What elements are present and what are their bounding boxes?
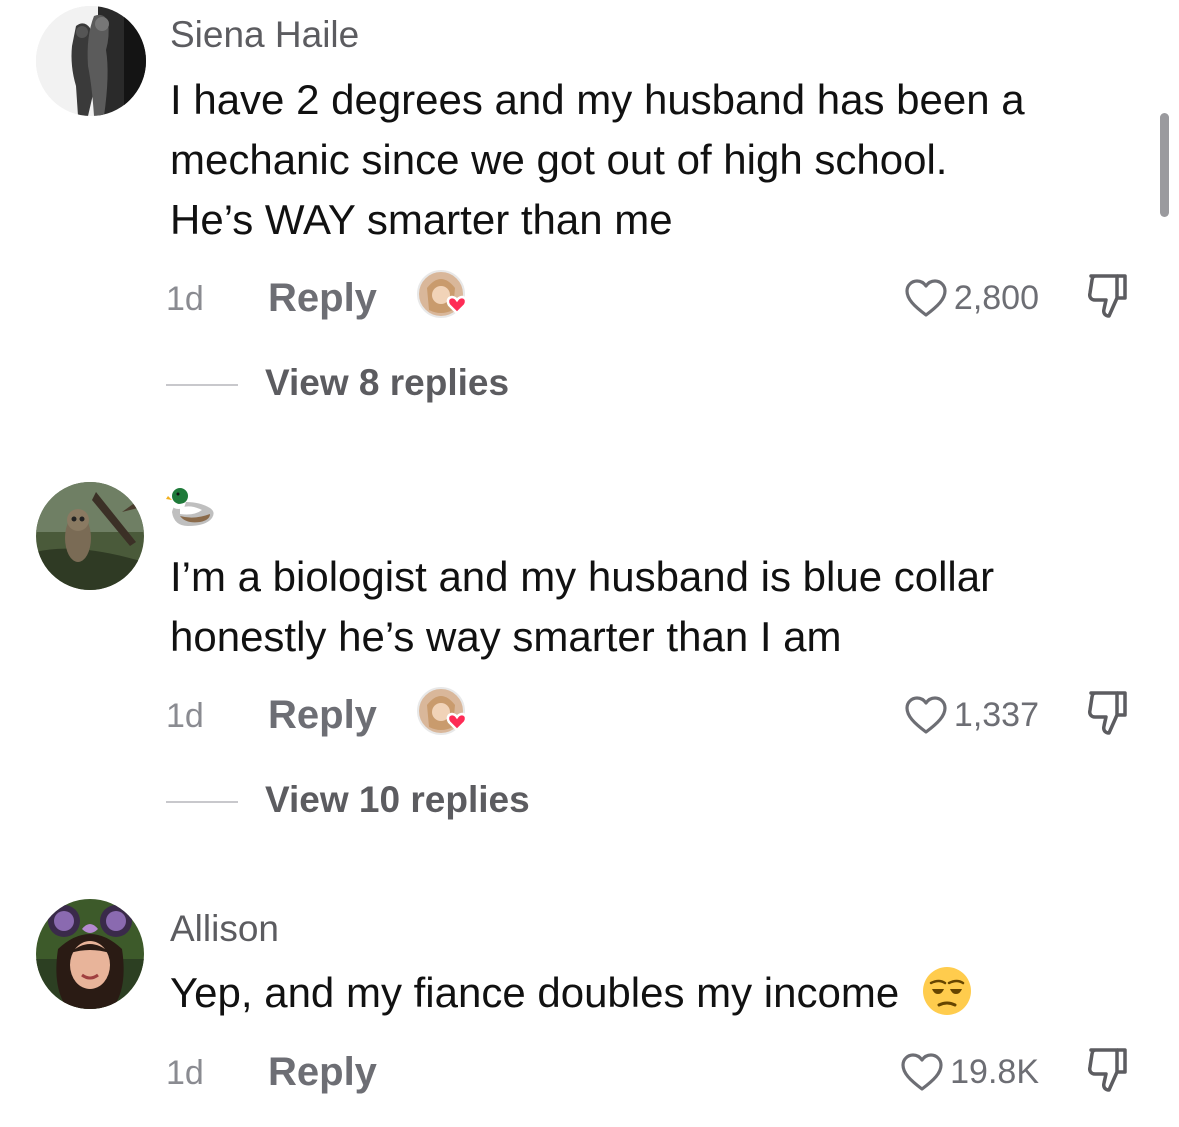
duck-icon[interactable]	[166, 486, 218, 535]
comment-text-line: I’m a biologist and my husband is blue c…	[170, 553, 995, 600]
avatar[interactable]	[36, 482, 144, 590]
avatar[interactable]	[36, 899, 144, 1009]
comment-text-line: He’s WAY smarter than me	[170, 196, 673, 243]
like-button[interactable]: 2,800	[904, 274, 1039, 322]
heart-outline-icon	[905, 279, 947, 317]
comment-text: I’m a biologist and my husband is blue c…	[170, 547, 1150, 667]
like-button[interactable]: 19.8K	[900, 1048, 1039, 1096]
comment-time: 1d	[166, 697, 204, 735]
thumbs-down-icon	[1088, 691, 1127, 735]
dislike-button[interactable]	[1083, 1044, 1133, 1094]
comment-text-line: Yep, and my fiance doubles my income	[170, 969, 900, 1016]
like-count: 2,800	[953, 278, 1039, 317]
reply-button[interactable]: Reply	[268, 693, 377, 738]
reply-button[interactable]: Reply	[268, 1050, 377, 1095]
comment-text: Yep, and my fiance doubles my income	[170, 963, 1150, 1033]
thumbs-down-icon	[1088, 274, 1127, 318]
reply-button[interactable]: Reply	[268, 276, 377, 321]
comment-meta: 1d Reply 1,337	[0, 687, 1179, 743]
view-replies-label: View 8 replies	[265, 362, 510, 403]
comment-time: 1d	[166, 280, 204, 318]
view-replies-label: View 10 replies	[265, 779, 530, 820]
dislike-button[interactable]	[1083, 270, 1133, 320]
like-count: 1,337	[953, 695, 1039, 734]
comment-meta: 1d Reply 19.8K	[0, 1044, 1179, 1100]
creator-liked-badge	[417, 685, 475, 741]
scrollbar[interactable]	[1160, 113, 1169, 217]
unamused-face-icon	[921, 965, 973, 1033]
like-count: 19.8K	[950, 1052, 1039, 1091]
comment-text-line: honestly he’s way smarter than I am	[170, 613, 842, 660]
comment-meta: 1d Reply 2,800	[0, 270, 1179, 326]
divider-line	[166, 384, 238, 386]
divider-line	[166, 801, 238, 803]
comment-text: I have 2 degrees and my husband has been…	[170, 70, 1150, 250]
thumbs-down-icon	[1088, 1048, 1127, 1092]
like-button[interactable]: 1,337	[904, 691, 1039, 739]
comment-text-line: mechanic since we got out of high school…	[170, 136, 948, 183]
avatar[interactable]	[36, 6, 146, 116]
comment-username[interactable]: Allison	[170, 910, 279, 947]
dislike-button[interactable]	[1083, 687, 1133, 737]
comment-text-line: I have 2 degrees and my husband has been…	[170, 76, 1025, 123]
creator-liked-badge	[417, 268, 475, 324]
comment-username[interactable]: Siena Haile	[170, 16, 359, 53]
comment-time: 1d	[166, 1054, 204, 1092]
heart-outline-icon	[901, 1053, 943, 1091]
heart-outline-icon	[905, 696, 947, 734]
